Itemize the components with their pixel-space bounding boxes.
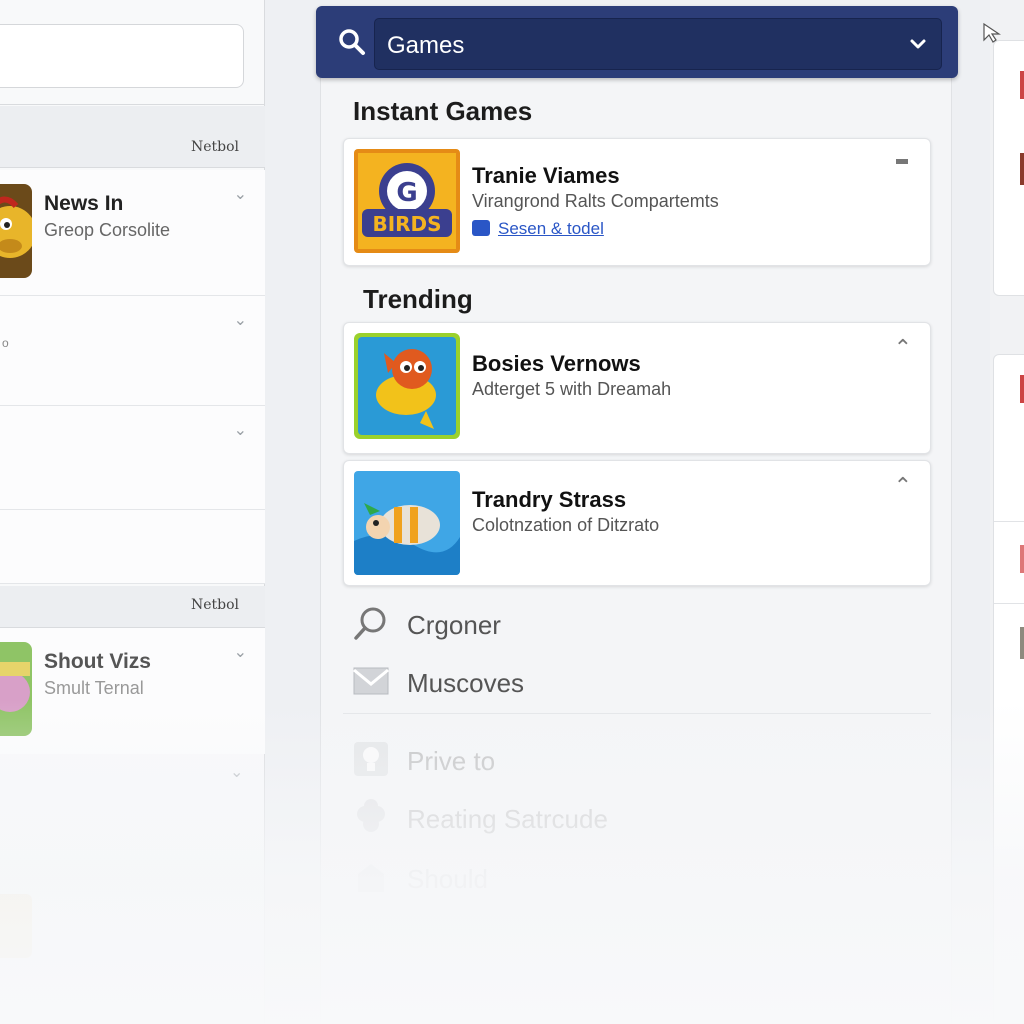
icon-letter: G [396, 178, 417, 208]
menu-item[interactable]: Prive to [352, 740, 752, 780]
game-subtitle: Colotnzation of Ditzrato [472, 515, 660, 535]
search-query: Games [387, 32, 465, 59]
list-item-title: Shout Vizs [44, 650, 151, 673]
section-link[interactable]: Netbol [191, 139, 239, 155]
divider [994, 521, 1024, 522]
game-title: Tranie Viames [472, 163, 620, 188]
icon-wordmark: BIRDS [372, 212, 441, 236]
game-icon [354, 471, 460, 575]
minimize-icon[interactable] [896, 159, 908, 164]
left-panel: Netbol News In Greop Corsolite ⌄ o ⌄ ⌄ N… [0, 0, 265, 1024]
list-item-fragment: o [2, 336, 9, 350]
chevron-down-icon[interactable]: ⌄ [234, 184, 247, 204]
game-subtitle: Virangrond Ralts Compartemts [472, 191, 719, 211]
search-icon[interactable] [338, 28, 366, 56]
divider [994, 603, 1024, 604]
thumbnail [1020, 375, 1024, 403]
game-link-label: Sesen & todel [498, 219, 604, 238]
clover-icon [357, 799, 385, 832]
game-title: Trandry Strass [472, 487, 627, 512]
menu-item-label: Muscoves [407, 668, 525, 698]
section-title-trending: Trending [363, 284, 473, 314]
menu-item-label: Reating Satrcude [407, 804, 608, 834]
search-icon [354, 607, 386, 640]
divider [0, 104, 265, 105]
game-subtitle: Adterget 5 with Dreamah [472, 379, 672, 399]
left-section-header: Netbol [0, 106, 265, 168]
thumbnail [1020, 545, 1024, 573]
chevron-down-icon[interactable]: ⌄ [234, 420, 247, 440]
right-card[interactable] [993, 354, 1024, 1024]
game-thumbnail [0, 894, 32, 958]
divider [343, 713, 931, 714]
game-title: Bosies Vernows [472, 351, 641, 376]
lightbulb-icon [354, 742, 388, 776]
game-card[interactable]: Bosies Vernows Adterget 5 with Dreamah ⌃ [343, 322, 931, 454]
right-panel [990, 0, 1024, 1024]
menu-item[interactable]: Should [352, 858, 752, 898]
search-bar: Games [316, 6, 958, 78]
game-thumbnail [0, 642, 32, 736]
thumbnail [1020, 71, 1024, 99]
list-item-title: News In [44, 192, 124, 215]
list-item[interactable] [0, 510, 265, 584]
thumbnail [1020, 153, 1024, 185]
menu-item-label: Should [407, 864, 488, 894]
news-thumbnail [0, 184, 32, 278]
menu-item-label: Crgoner [407, 610, 501, 640]
chevron-down-icon[interactable]: ⌄ [234, 310, 247, 330]
game-card[interactable]: Trandry Strass Colotnzation of Ditzrato … [343, 460, 931, 586]
chevron-down-icon[interactable]: ⌄ [234, 642, 247, 662]
chevron-down-icon[interactable] [909, 37, 927, 51]
menu-item[interactable]: Muscoves [352, 662, 752, 702]
list-item[interactable]: ⌄ [0, 406, 265, 510]
left-section-header: Netbol [0, 586, 265, 628]
cursor-icon [983, 22, 1001, 43]
left-search-field[interactable] [0, 24, 244, 88]
menu-item-label: Prive to [407, 746, 496, 776]
store-icon [358, 864, 384, 892]
envelope-icon [353, 667, 389, 695]
section-link[interactable]: Netbol [191, 597, 239, 613]
menu-item[interactable]: Crgoner [352, 604, 752, 644]
flag-icon [472, 220, 490, 236]
game-link[interactable]: Sesen & todel [472, 219, 604, 239]
list-item[interactable]: Shout Vizs Smult Ternal ⌄ [0, 628, 265, 754]
game-card[interactable]: G BIRDS Tranie Viames Virangrond Ralts C… [343, 138, 931, 266]
menu-item[interactable]: Reating Satrcude [352, 798, 752, 838]
list-item-subtitle: Greop Corsolite [44, 220, 171, 240]
chevron-up-icon[interactable]: ⌃ [894, 473, 912, 499]
section-title-instant-games: Instant Games [353, 96, 533, 126]
search-input[interactable]: Games [374, 18, 942, 70]
game-icon [354, 333, 460, 439]
list-item-subtitle: Smult Ternal [44, 678, 144, 698]
chevron-up-icon[interactable]: ⌃ [894, 335, 912, 361]
chevron-down-icon[interactable]: ⌄ [230, 762, 243, 782]
thumbnail [1020, 627, 1024, 659]
list-item[interactable]: o ⌄ [0, 296, 265, 406]
list-item[interactable]: News In Greop Corsolite ⌄ [0, 170, 265, 296]
right-card[interactable] [993, 40, 1024, 296]
game-icon: G BIRDS [354, 149, 460, 253]
